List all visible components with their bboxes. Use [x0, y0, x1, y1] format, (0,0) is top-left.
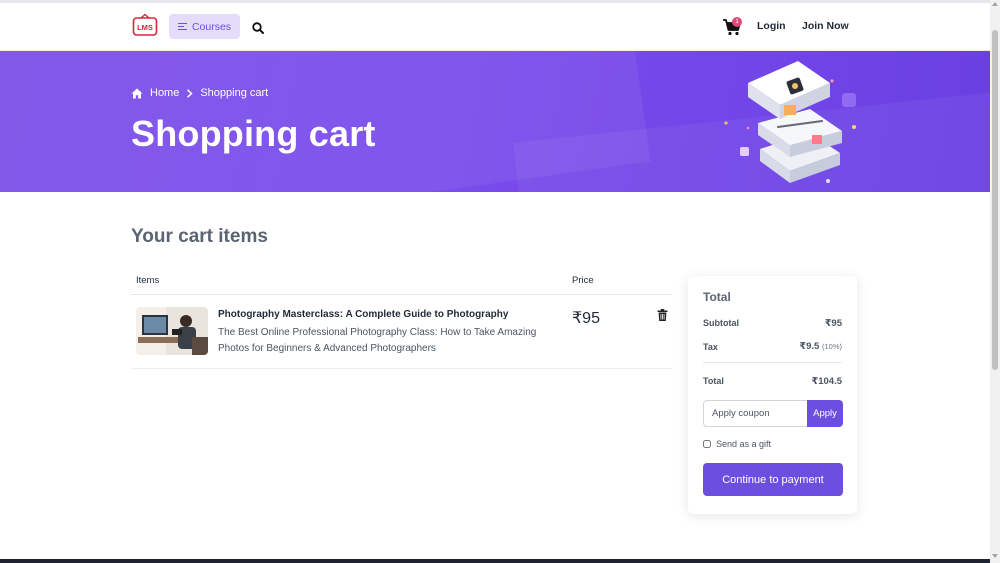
continue-to-payment-button[interactable]: Continue to payment: [703, 463, 843, 496]
site-header: LMS Courses 1 Login Join Now: [0, 3, 990, 51]
total-label: Total: [703, 376, 724, 386]
cart-section-title: Your cart items: [131, 226, 268, 247]
coupon-input[interactable]: [703, 400, 807, 427]
tax-value-group: ₹9.5 (10%): [800, 341, 842, 352]
price-column-header: Price: [572, 275, 594, 286]
join-now-link[interactable]: Join Now: [802, 20, 849, 32]
lms-logo[interactable]: LMS: [132, 13, 158, 37]
course-title[interactable]: Photography Masterclass: A Complete Guid…: [218, 309, 508, 320]
tax-value: ₹9.5: [799, 341, 820, 352]
home-icon: [131, 88, 143, 98]
scroll-down-arrow-icon[interactable]: [992, 554, 998, 558]
menu-icon: [177, 22, 187, 31]
page-title: Shopping cart: [131, 113, 376, 154]
apply-coupon-button[interactable]: Apply: [807, 400, 843, 427]
tax-percent: (10%): [821, 342, 842, 351]
summary-divider: [703, 362, 842, 363]
course-boxes-illustration: [724, 61, 856, 183]
tax-label: Tax: [703, 342, 718, 352]
footer-edge: [0, 559, 990, 563]
login-link[interactable]: Login: [757, 20, 786, 32]
table-divider: [131, 368, 672, 369]
subtotal-label: Subtotal: [703, 318, 739, 328]
breadcrumb-current: Shopping cart: [200, 87, 269, 99]
total-value: ₹104.5: [811, 376, 842, 387]
trash-icon[interactable]: [657, 309, 668, 321]
course-price: ₹95: [572, 310, 600, 327]
items-column-header: Items: [136, 275, 160, 286]
scroll-up-arrow-icon[interactable]: [992, 2, 998, 6]
course-thumbnail[interactable]: [136, 307, 208, 355]
scroll-thumb[interactable]: [992, 30, 998, 370]
search-icon[interactable]: [252, 22, 264, 34]
summary-title: Total: [703, 290, 731, 304]
gift-label[interactable]: Send as a gift: [716, 439, 771, 449]
breadcrumb: Home Shopping cart: [131, 87, 268, 99]
gift-checkbox[interactable]: [703, 440, 711, 448]
cart-count-badge: 1: [732, 17, 742, 27]
subtotal-value: ₹95: [824, 318, 842, 329]
hero-banner: Home Shopping cart Shopping cart: [0, 51, 990, 192]
chevron-right-icon: [187, 88, 193, 98]
page-scrollbar[interactable]: [990, 0, 1000, 563]
svg-text:LMS: LMS: [137, 23, 153, 32]
breadcrumb-home[interactable]: Home: [150, 87, 179, 99]
course-description: The Best Online Professional Photography…: [218, 327, 537, 354]
table-divider: [131, 294, 672, 295]
courses-menu-button[interactable]: Courses: [169, 14, 240, 39]
order-summary-card: Total Subtotal ₹95 Tax ₹9.5 (10%) Total …: [688, 276, 857, 514]
courses-label: Courses: [191, 20, 232, 33]
